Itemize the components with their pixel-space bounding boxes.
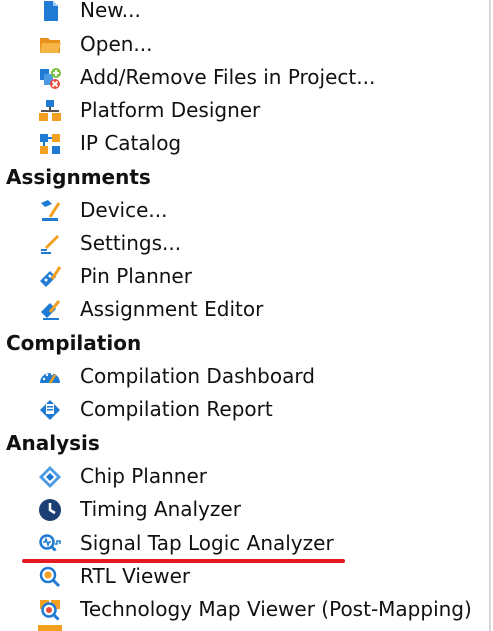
menu-item-label: Platform Designer xyxy=(80,98,261,122)
compilation-report-icon xyxy=(40,399,60,420)
menu-item-chip-planner[interactable]: Chip Planner xyxy=(0,460,207,493)
menu-item-label: Assignment Editor xyxy=(80,297,264,321)
menu-item-label: Technology Map Viewer (Post-Mapping) xyxy=(80,597,472,621)
technology-map-viewer-icon xyxy=(40,599,60,621)
menu-item-ip-catalog[interactable]: IP Catalog xyxy=(0,127,181,160)
menu-item-rtl-viewer[interactable]: RTL Viewer xyxy=(0,560,190,593)
next-item-icon-fragment xyxy=(38,625,62,631)
pin-planner-icon xyxy=(40,265,62,287)
menu-item-pin-planner[interactable]: Pin Planner xyxy=(0,260,192,293)
menu-item-label: Open... xyxy=(80,32,153,56)
device-icon xyxy=(41,199,61,221)
menu-item-technology-map-viewer[interactable]: Technology Map Viewer (Post-Mapping) xyxy=(0,593,472,626)
menu-item-device[interactable]: Device... xyxy=(0,194,167,227)
new-file-icon xyxy=(44,0,58,21)
menu-item-label: Timing Analyzer xyxy=(80,497,241,521)
menu-item-label: Chip Planner xyxy=(80,464,208,488)
menu-item-signal-tap-logic-analyzer[interactable]: Signal Tap Logic Analyzer xyxy=(0,527,334,560)
section-assignments: Assignments xyxy=(6,164,151,189)
menu-item-label: Compilation Dashboard xyxy=(80,364,315,388)
section-compilation: Compilation xyxy=(6,330,142,355)
compilation-dashboard-icon xyxy=(40,372,60,384)
ip-catalog-icon xyxy=(40,133,60,154)
signal-tap-icon xyxy=(39,533,61,552)
timing-analyzer-icon xyxy=(39,498,61,521)
menu-item-assignment-editor[interactable]: Assignment Editor xyxy=(0,293,263,326)
rtl-viewer-icon xyxy=(39,566,61,587)
menu-item-add-remove-files[interactable]: Add/Remove Files in Project... xyxy=(0,61,375,94)
settings-icon xyxy=(41,234,60,254)
menu-item-open[interactable]: Open... xyxy=(0,28,153,61)
section-analysis: Analysis xyxy=(6,430,100,455)
open-folder-icon xyxy=(40,37,61,53)
menu-item-compilation-dashboard[interactable]: Compilation Dashboard xyxy=(0,360,315,393)
menu-item-label: RTL Viewer xyxy=(80,564,191,588)
menu-item-label: New... xyxy=(80,0,141,22)
menu-item-platform-designer[interactable]: Platform Designer xyxy=(0,94,260,127)
menu-item-timing-analyzer[interactable]: Timing Analyzer xyxy=(0,493,241,526)
menu-item-label: Compilation Report xyxy=(80,397,273,421)
menu-item-label: Pin Planner xyxy=(80,264,192,288)
menu-item-new[interactable]: New... xyxy=(0,0,141,27)
menu-item-settings[interactable]: Settings... xyxy=(0,227,181,260)
menu-item-label: Device... xyxy=(80,198,168,222)
tasks-menu-panel: New... Open... Add/Remove Files in Proje… xyxy=(0,0,488,631)
assignment-editor-icon xyxy=(41,299,61,320)
menu-item-compilation-report[interactable]: Compilation Report xyxy=(0,393,273,426)
chip-planner-icon xyxy=(39,465,61,488)
menu-item-label: IP Catalog xyxy=(80,131,182,155)
menu-item-label: Signal Tap Logic Analyzer xyxy=(80,531,334,555)
menu-item-label: Add/Remove Files in Project... xyxy=(80,65,376,89)
add-remove-files-icon xyxy=(40,67,61,89)
platform-designer-icon xyxy=(39,99,61,121)
menu-item-label: Settings... xyxy=(80,231,182,255)
panel-right-border xyxy=(489,0,491,631)
